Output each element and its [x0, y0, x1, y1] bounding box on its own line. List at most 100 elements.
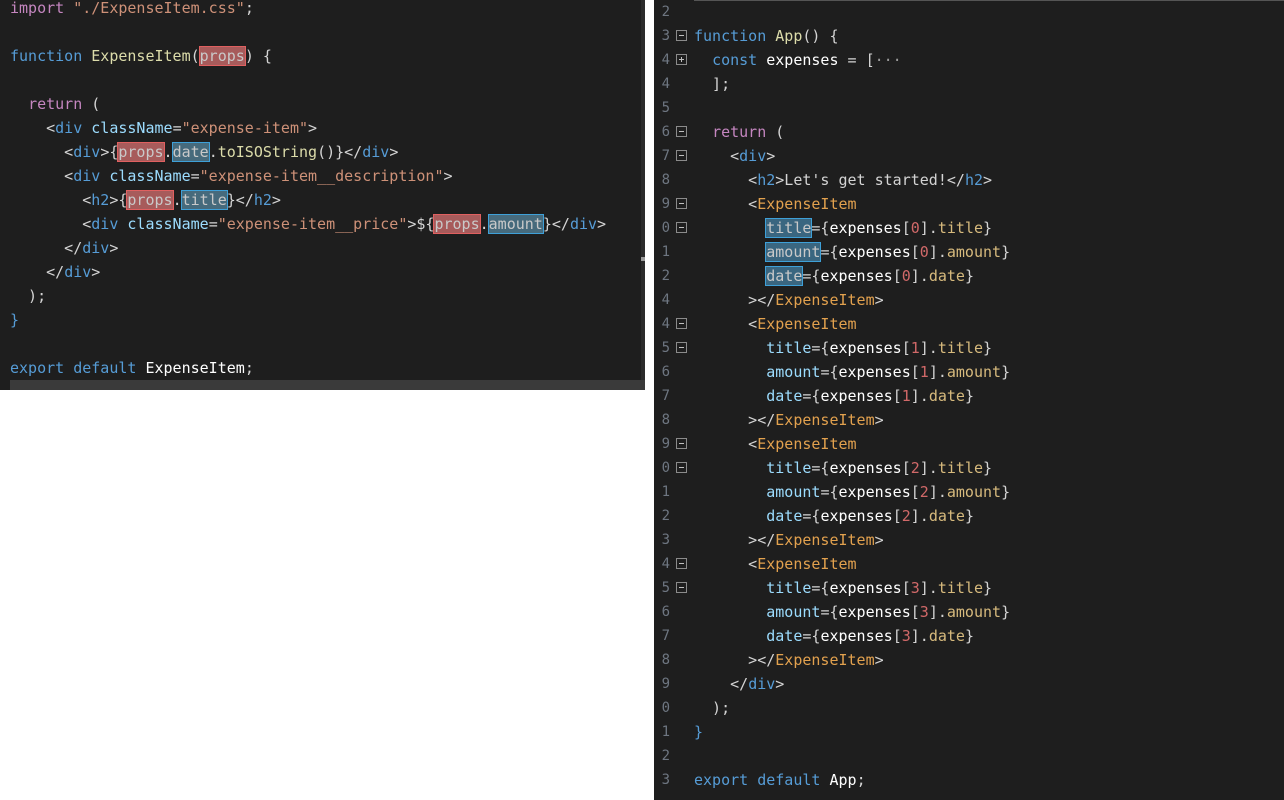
code-token: <	[10, 143, 74, 161]
code-token: >Let's get started!</	[775, 171, 965, 189]
right-code-editor[interactable]: 2 3 function App() {4 const expenses = [··…	[654, 0, 1284, 800]
code-line[interactable]: return (	[694, 120, 784, 144]
code-line[interactable]: ></ExpenseItem>	[694, 408, 883, 432]
code-line[interactable]: <h2>Let's get started!</h2>	[694, 168, 992, 192]
code-token: ].	[928, 363, 947, 381]
code-line[interactable]: amount={expenses[1].amount}	[694, 360, 1010, 384]
code-token: </	[10, 263, 65, 281]
collapse-fold-icon[interactable]	[676, 582, 687, 593]
code-line[interactable]: const expenses = [···	[694, 48, 902, 72]
collapse-fold-icon[interactable]	[676, 198, 687, 209]
code-line[interactable]: date={expenses[1].date}	[694, 384, 974, 408]
code-token: }	[1001, 243, 1011, 261]
code-line[interactable]: <div>	[694, 144, 775, 168]
code-line[interactable]: <ExpenseItem	[694, 432, 856, 456]
code-token: div	[55, 119, 92, 137]
code-token: >${	[407, 215, 435, 233]
collapse-fold-icon[interactable]	[676, 462, 687, 473]
code-token: ];	[694, 75, 731, 93]
code-line[interactable]: ></ExpenseItem>	[694, 528, 883, 552]
code-line[interactable]: );	[10, 284, 46, 308]
collapse-fold-icon[interactable]	[676, 438, 687, 449]
code-token: ={	[820, 363, 839, 381]
code-line[interactable]: export default App;	[694, 768, 866, 792]
code-line[interactable]: <div className="expense-item">	[10, 116, 317, 140]
code-token: >	[775, 675, 785, 693]
code-line[interactable]: ];	[694, 72, 730, 96]
code-token: h2	[253, 191, 272, 209]
code-token: ={	[802, 267, 821, 285]
code-token: [	[892, 267, 902, 285]
left-code-editor[interactable]: import "./ExpenseItem.css"; function Expe…	[0, 0, 645, 390]
code-line[interactable]: date={expenses[3].date}	[694, 624, 974, 648]
code-token: >	[983, 171, 993, 189]
code-line[interactable]: </div>	[694, 672, 784, 696]
code-token: 2	[910, 459, 920, 477]
code-line[interactable]: <ExpenseItem	[694, 312, 856, 336]
code-line[interactable]: );	[694, 696, 730, 720]
code-token: div	[73, 167, 110, 185]
left-horizontal-scrollbar[interactable]	[10, 380, 645, 390]
code-line[interactable]: amount={expenses[2].amount}	[694, 480, 1010, 504]
code-line[interactable]: <div className="expense-item__price">${p…	[10, 212, 606, 236]
code-line[interactable]: }	[694, 720, 703, 744]
code-token: ></	[694, 651, 776, 669]
code-line[interactable]: <ExpenseItem	[694, 552, 856, 576]
code-line[interactable]: function ExpenseItem(props) {	[10, 44, 272, 68]
code-token: h2	[964, 171, 983, 189]
code-token: date	[928, 267, 965, 285]
code-line[interactable]: title={expenses[0].title}	[694, 216, 992, 240]
code-line[interactable]: title={expenses[2].title}	[694, 456, 992, 480]
code-line[interactable]: title={expenses[1].title}	[694, 336, 992, 360]
code-line[interactable]: <h2>{props.title}</h2>	[10, 188, 281, 212]
code-token: h2	[91, 191, 110, 209]
code-line[interactable]: date={expenses[2].date}	[694, 504, 974, 528]
code-line[interactable]: title={expenses[3].title}	[694, 576, 992, 600]
code-token: title	[766, 459, 812, 477]
collapse-fold-icon[interactable]	[676, 222, 687, 233]
highlighted-token: props	[198, 46, 246, 66]
code-token: expenses	[838, 243, 911, 261]
code-token: expenses	[820, 627, 893, 645]
line-number: 4	[661, 52, 670, 68]
code-token: import	[10, 0, 74, 17]
code-token: >	[874, 291, 884, 309]
expand-fold-icon[interactable]	[676, 54, 687, 65]
code-line[interactable]: function App() {	[694, 24, 839, 48]
code-line[interactable]: </div>	[10, 260, 100, 284]
code-line[interactable]: <div className="expense-item__descriptio…	[10, 164, 452, 188]
code-token: ={	[811, 339, 830, 357]
code-line[interactable]: import "./ExpenseItem.css";	[10, 0, 254, 20]
code-line[interactable]: ></ExpenseItem>	[694, 288, 884, 312]
code-line[interactable]: <div>{props.date.toISOString()}</div>	[10, 140, 398, 164]
code-token: [	[901, 459, 911, 477]
code-line[interactable]: amount={expenses[0].amount}	[694, 240, 1010, 264]
code-line[interactable]: ></ExpenseItem>	[694, 648, 883, 672]
code-line[interactable]: </div>	[10, 236, 118, 260]
collapse-fold-icon[interactable]	[676, 150, 687, 161]
code-token: = [	[838, 51, 875, 69]
collapse-fold-icon[interactable]	[676, 342, 687, 353]
collapse-fold-icon[interactable]	[676, 30, 687, 41]
code-line[interactable]: }	[10, 308, 19, 332]
code-token: ={	[820, 243, 839, 261]
code-line[interactable]: date={expenses[0].date}	[694, 264, 974, 288]
code-line[interactable]: return (	[10, 92, 100, 116]
line-number: 4	[661, 316, 670, 332]
code-token: amount	[946, 483, 1002, 501]
code-token: ].	[910, 627, 929, 645]
collapse-fold-icon[interactable]	[676, 318, 687, 329]
code-line[interactable]: amount={expenses[3].amount}	[694, 600, 1010, 624]
code-token: expenses	[838, 483, 911, 501]
code-token: <	[694, 171, 758, 189]
collapse-fold-icon[interactable]	[676, 126, 687, 137]
code-token: </	[10, 239, 83, 257]
code-token: [	[892, 387, 902, 405]
code-line[interactable]: <ExpenseItem	[694, 192, 856, 216]
code-line[interactable]: export default ExpenseItem;	[10, 356, 254, 380]
collapse-fold-icon[interactable]	[676, 558, 687, 569]
line-number: 6	[661, 124, 670, 140]
